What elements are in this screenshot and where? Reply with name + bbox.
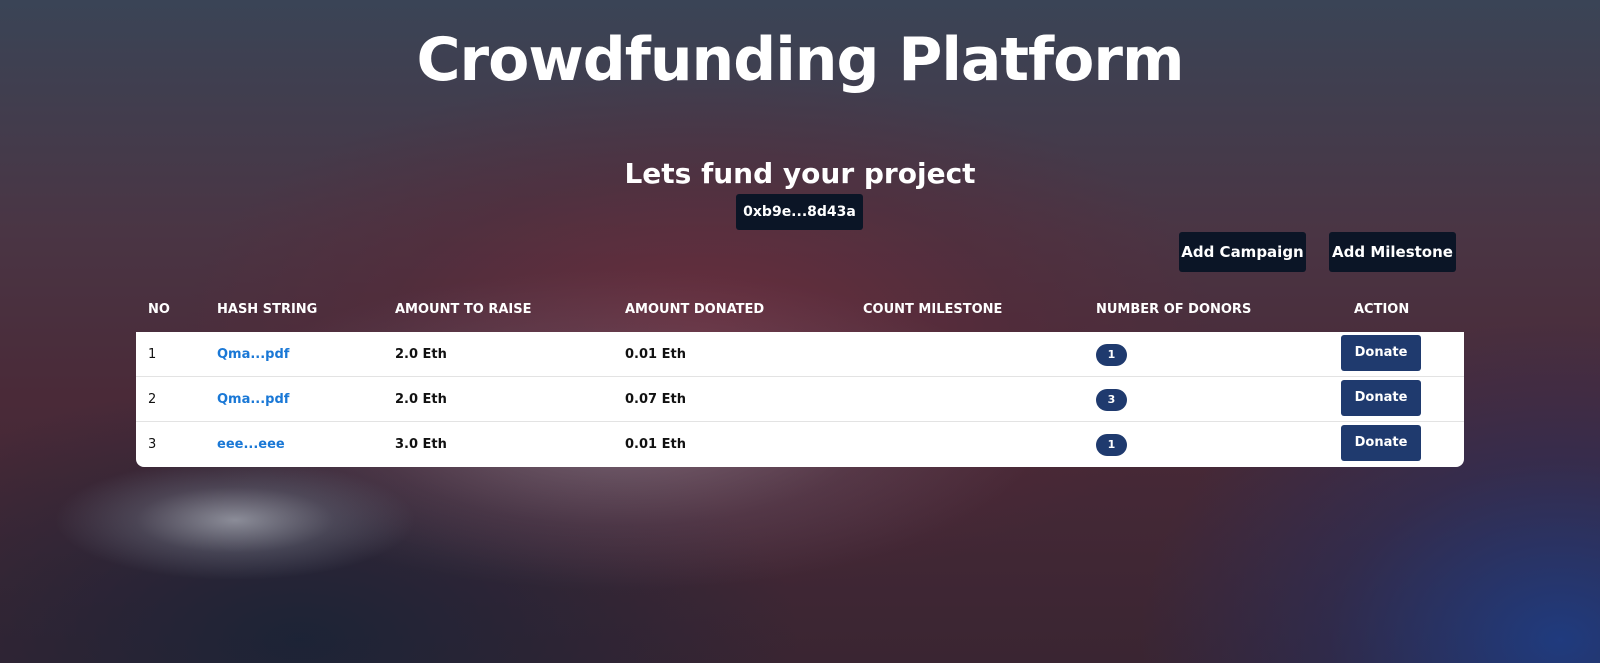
- donate-button[interactable]: Donate: [1341, 335, 1421, 371]
- amount-donated: 0.01 Eth: [625, 437, 686, 452]
- column-header-no: NO: [148, 302, 170, 317]
- column-header-number-of-donors: NUMBER OF DONORS: [1096, 302, 1252, 317]
- row-number: 3: [148, 437, 157, 452]
- column-header-hash-string: HASH STRING: [217, 302, 318, 317]
- add-campaign-button[interactable]: Add Campaign: [1179, 232, 1306, 272]
- donate-button[interactable]: Donate: [1341, 425, 1421, 461]
- page-title: Crowdfunding Platform: [416, 25, 1185, 95]
- hash-string-link[interactable]: Qma...pdf: [217, 377, 289, 423]
- donor-count: 1: [1096, 434, 1127, 456]
- donor-count: 1: [1096, 344, 1127, 366]
- donate-button[interactable]: Donate: [1341, 380, 1421, 416]
- amount-donated: 0.01 Eth: [625, 347, 686, 362]
- donor-count-badge: 1: [1096, 344, 1127, 366]
- column-header-action: ACTION: [1354, 302, 1410, 317]
- add-milestone-button[interactable]: Add Milestone: [1329, 232, 1456, 272]
- amount-to-raise: 2.0 Eth: [395, 392, 447, 407]
- row-number: 1: [148, 347, 157, 362]
- donor-count-badge: 3: [1096, 389, 1127, 411]
- hash-string-link[interactable]: eee...eee: [217, 422, 285, 467]
- wallet-address-badge[interactable]: 0xb9e...8d43a: [736, 194, 863, 230]
- campaigns-table: NO HASH STRING AMOUNT TO RAISE AMOUNT DO…: [136, 288, 1464, 467]
- column-header-count-milestone: COUNT MILESTONE: [863, 302, 1003, 317]
- page-subtitle: Lets fund your project: [624, 157, 976, 190]
- row-number: 2: [148, 392, 157, 407]
- table-body: 1 Qma...pdf 2.0 Eth 0.01 Eth 1 Donate 2 …: [136, 332, 1464, 467]
- table-header: NO HASH STRING AMOUNT TO RAISE AMOUNT DO…: [136, 288, 1464, 332]
- donor-count: 3: [1096, 389, 1127, 411]
- amount-donated: 0.07 Eth: [625, 392, 686, 407]
- amount-to-raise: 2.0 Eth: [395, 347, 447, 362]
- column-header-amount-to-raise: AMOUNT TO RAISE: [395, 302, 532, 317]
- donor-count-badge: 1: [1096, 434, 1127, 456]
- column-header-amount-donated: AMOUNT DONATED: [625, 302, 765, 317]
- table-row: 1 Qma...pdf 2.0 Eth 0.01 Eth 1 Donate: [136, 332, 1464, 377]
- table-row: 3 eee...eee 3.0 Eth 0.01 Eth 1 Donate: [136, 422, 1464, 467]
- hash-string-link[interactable]: Qma...pdf: [217, 332, 289, 378]
- amount-to-raise: 3.0 Eth: [395, 437, 447, 452]
- table-row: 2 Qma...pdf 2.0 Eth 0.07 Eth 3 Donate: [136, 377, 1464, 422]
